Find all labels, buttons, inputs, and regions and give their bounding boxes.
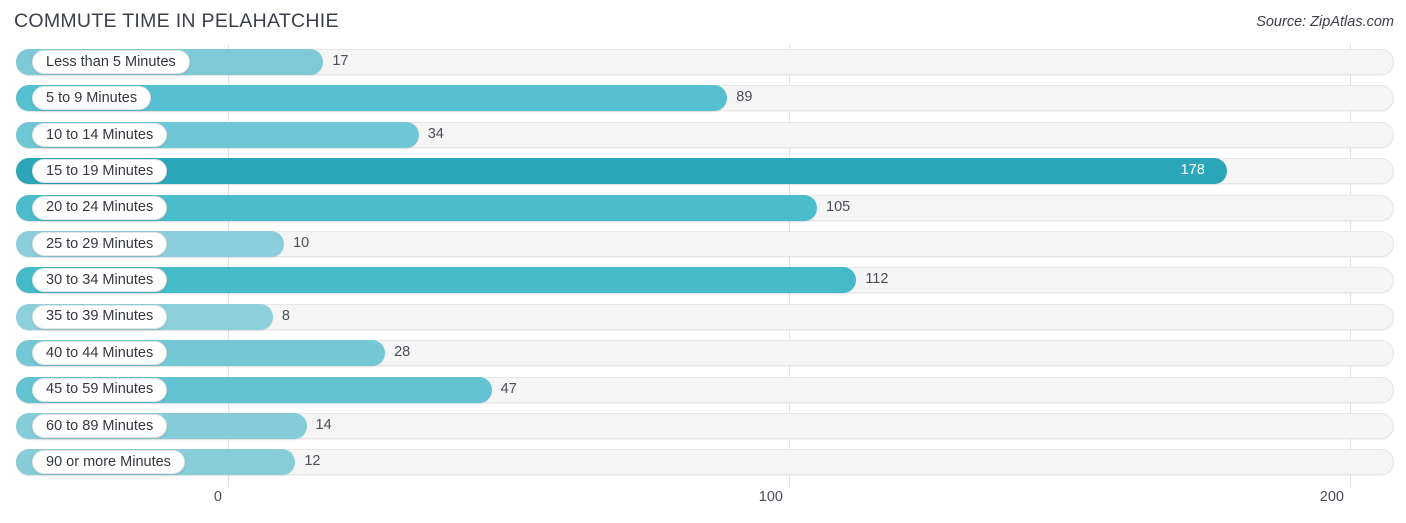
- bar-category-label: 15 to 19 Minutes: [46, 162, 154, 179]
- x-axis: 0 100 200: [0, 484, 1406, 523]
- bar-category-label: Less than 5 Minutes: [46, 53, 176, 70]
- bar-row[interactable]: 40 to 44 Minutes 28: [0, 335, 1406, 371]
- bar-row[interactable]: 20 to 24 Minutes 105: [0, 190, 1406, 226]
- bar-row[interactable]: 30 to 34 Minutes 112: [0, 262, 1406, 298]
- bar-category-label: 10 to 14 Minutes: [46, 126, 154, 143]
- bar-value-label: 34: [427, 125, 444, 142]
- bar-category-label: 35 to 39 Minutes: [46, 308, 154, 325]
- bar-value-label: 17: [332, 53, 349, 69]
- bar-row[interactable]: Less than 5 Minutes 17: [0, 44, 1406, 80]
- bar-fill: [16, 158, 1227, 185]
- bar-category-pill: 40 to 44 Minutes: [32, 341, 168, 366]
- chart-header: COMMUTE TIME IN PELAHATCHIE Source: ZipA…: [0, 0, 1406, 44]
- x-tick-label-100: 100: [758, 489, 783, 505]
- bar-row[interactable]: 60 to 89 Minutes 14: [0, 408, 1406, 444]
- bar-category-pill: 90 or more Minutes: [32, 450, 185, 475]
- x-tick-label-200: 200: [1319, 489, 1344, 505]
- bar-row[interactable]: 15 to 19 Minutes 178: [0, 153, 1406, 189]
- bar-category-label: 40 to 44 Minutes: [46, 344, 154, 361]
- bar-category-label: 60 to 89 Minutes: [46, 417, 154, 434]
- bar-value-label: 28: [394, 344, 411, 361]
- bar-category-pill: 10 to 14 Minutes: [32, 122, 168, 147]
- bar-category-pill: 15 to 19 Minutes: [32, 159, 168, 184]
- bar-value-label: 8: [281, 307, 290, 324]
- bar-category-label: 90 or more Minutes: [46, 454, 171, 471]
- bar-value-label: 14: [315, 416, 332, 433]
- bar-category-label: 30 to 34 Minutes: [46, 272, 154, 289]
- bar-category-pill: 60 to 89 Minutes: [32, 413, 168, 438]
- bar-row[interactable]: 45 to 59 Minutes 47: [0, 372, 1406, 408]
- bar-row[interactable]: 5 to 9 Minutes 89: [0, 80, 1406, 116]
- bar-value-label: 112: [865, 271, 889, 288]
- bar-category-pill: 30 to 34 Minutes: [32, 268, 168, 293]
- bar-value-label: 10: [293, 234, 310, 251]
- bar-category-pill: 25 to 29 Minutes: [32, 231, 168, 256]
- source-attribution: Source: ZipAtlas.com: [1256, 14, 1394, 30]
- bar-value-label: 47: [500, 380, 517, 397]
- bar-category-label: 25 to 29 Minutes: [46, 235, 154, 252]
- bar-category-label: 45 to 59 Minutes: [46, 381, 154, 398]
- bar-row[interactable]: 25 to 29 Minutes 10: [0, 226, 1406, 262]
- chart-plot-area: Less than 5 Minutes 17 5 to 9 Minutes 89 10 …: [0, 44, 1406, 488]
- bar-value-label: 178: [1180, 162, 1205, 179]
- bar-row[interactable]: 90 or more Minutes 12: [0, 444, 1406, 480]
- bar-rows: Less than 5 Minutes 17 5 to 9 Minutes 89 10 …: [0, 44, 1406, 481]
- bar-row[interactable]: 10 to 14 Minutes 34: [0, 117, 1406, 153]
- bar-category-pill: Less than 5 Minutes: [32, 50, 190, 74]
- bar-category-label: 20 to 24 Minutes: [46, 199, 154, 216]
- bar-category-pill: 35 to 39 Minutes: [32, 304, 168, 329]
- bar-category-label: 5 to 9 Minutes: [46, 90, 138, 107]
- page-title: COMMUTE TIME IN PELAHATCHIE: [14, 10, 339, 32]
- bar-category-pill: 20 to 24 Minutes: [32, 195, 168, 220]
- bar-value-label: 12: [304, 453, 321, 470]
- bar-category-pill: 45 to 59 Minutes: [32, 377, 168, 402]
- bar-value-label: 89: [736, 89, 753, 106]
- x-tick-label-0: 0: [213, 489, 222, 505]
- bar-row[interactable]: 35 to 39 Minutes 8: [0, 299, 1406, 335]
- bar-value-label: 105: [826, 198, 851, 215]
- bar-category-pill: 5 to 9 Minutes: [32, 86, 152, 111]
